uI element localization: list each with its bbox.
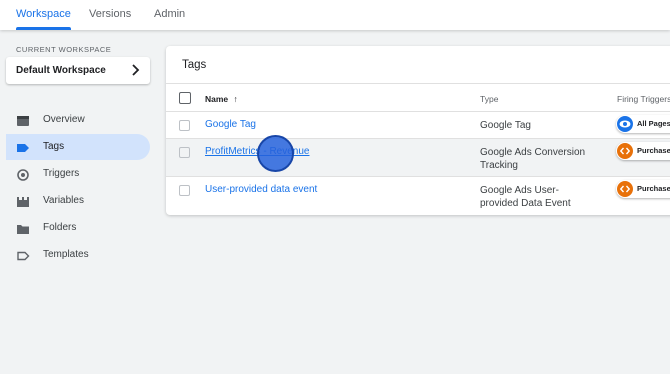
workspace-name: Default Workspace: [16, 65, 106, 76]
click-indicator: [257, 135, 294, 172]
trigger-name: Purchase: [637, 146, 670, 155]
sidebar-item-label: Variables: [43, 195, 84, 206]
tab-workspace-label: Workspace: [16, 8, 71, 20]
select-all-checkbox[interactable]: [179, 92, 191, 104]
trigger-name: Purchase: [637, 184, 670, 193]
sidebar-item-label: Triggers: [43, 168, 80, 179]
sidebar-item-triggers[interactable]: Triggers: [6, 161, 150, 187]
sidebar-item-templates[interactable]: Templates: [6, 242, 150, 268]
tag-name-link[interactable]: Google Tag: [205, 119, 256, 130]
sidebar-item-label: Tags: [43, 141, 65, 152]
tab-admin-label: Admin: [154, 8, 186, 20]
chevron-right-icon: [130, 63, 140, 80]
table-row[interactable]: ProfitMetrics - Revenue Google Ads Conve…: [166, 139, 670, 176]
column-header-firing-triggers[interactable]: Firing Triggers: [617, 94, 670, 104]
sidebar-item-label: Overview: [43, 114, 85, 125]
row-checkbox[interactable]: [179, 185, 190, 196]
active-tab-indicator: [16, 27, 71, 30]
sidebar-item-label: Templates: [43, 249, 89, 260]
card-title: Tags: [182, 59, 207, 71]
code-icon: [617, 143, 633, 159]
tab-workspace[interactable]: Workspace: [16, 0, 71, 30]
overview-icon: [16, 114, 30, 126]
folder-icon: [16, 222, 30, 234]
variables-icon: [16, 195, 30, 207]
trigger-chip[interactable]: Purchase: [616, 142, 670, 160]
column-header-name-label: Name: [205, 94, 229, 104]
trigger-chip[interactable]: All Pages: [616, 115, 670, 133]
divider: [166, 83, 670, 84]
column-header-name[interactable]: Name ↑: [205, 94, 238, 104]
sidebar-item-label: Folders: [43, 222, 77, 233]
divider: [166, 111, 670, 112]
trigger-icon: [16, 168, 30, 181]
column-header-type[interactable]: Type: [480, 94, 498, 104]
divider: [166, 176, 670, 177]
tag-type: Google Ads Conversion Tracking: [480, 147, 586, 171]
sort-arrow-icon: ↑: [233, 94, 238, 104]
tag-type: Google Ads User-provided Data Event: [480, 185, 571, 209]
tag-type: Google Tag: [480, 120, 531, 131]
tab-admin[interactable]: Admin: [154, 0, 185, 30]
trigger-chip[interactable]: Purchase: [616, 180, 670, 198]
tab-versions[interactable]: Versions: [89, 0, 131, 30]
row-checkbox[interactable]: [179, 120, 190, 131]
sidebar-item-folders[interactable]: Folders: [6, 215, 150, 241]
eye-icon: [617, 116, 633, 132]
trigger-name: All Pages: [637, 119, 670, 128]
tag-name-link[interactable]: User-provided data event: [205, 184, 317, 195]
top-nav: Workspace Versions Admin: [0, 0, 670, 30]
tag-icon: [16, 141, 30, 153]
tab-versions-label: Versions: [89, 8, 132, 20]
workspace-selector[interactable]: Default Workspace: [6, 57, 150, 84]
current-workspace-label: CURRENT WORKSPACE: [16, 45, 112, 54]
sidebar-item-tags[interactable]: Tags: [6, 134, 150, 160]
code-icon: [617, 181, 633, 197]
sidebar-item-variables[interactable]: Variables: [6, 188, 150, 214]
row-checkbox[interactable]: [179, 147, 190, 158]
sidebar-item-overview[interactable]: Overview: [6, 107, 150, 133]
template-icon: [16, 249, 30, 261]
tags-card: Tags Name ↑ Type Firing Triggers Google …: [166, 46, 670, 215]
